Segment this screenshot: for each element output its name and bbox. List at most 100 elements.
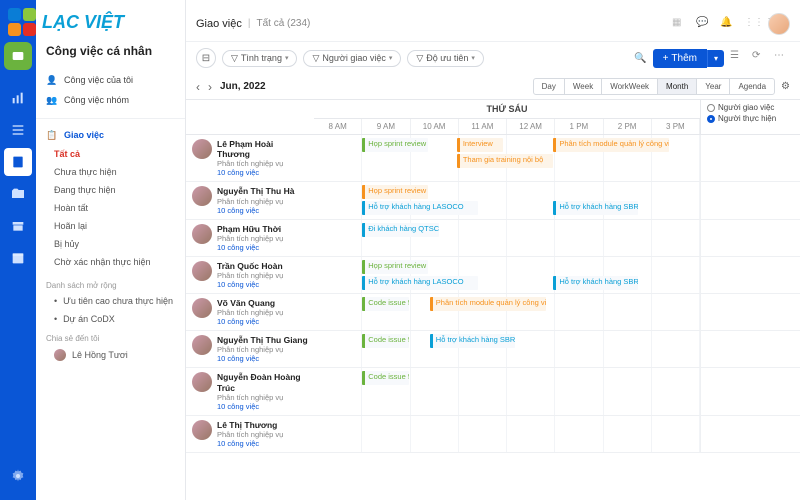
person-info[interactable]: Lê Phạm Hoài ThươngPhân tích nghiệp vụ10… [186, 135, 314, 181]
chat-icon[interactable]: 💬 [696, 17, 710, 31]
add-button-dropdown[interactable]: ▾ [707, 50, 724, 67]
task-bar[interactable]: Phân tích module quản lý công việc [553, 138, 669, 152]
sidebar-item-label: Ưu tiên cao chưa thực hiện [63, 296, 173, 306]
legend-executor[interactable]: Người thực hiện [707, 114, 794, 123]
person-info[interactable]: Nguyễn Thị Thu GiangPhân tích nghiệp vụ1… [186, 331, 314, 367]
person-role: Phân tích nghiệp vụ [217, 393, 308, 402]
logo-text: LẠC VIỆT [42, 12, 124, 33]
timeline: Họp sprint review tasks Hỗ trợ khách hàng… [314, 257, 700, 293]
chart-icon[interactable] [4, 84, 32, 112]
filter-priority[interactable]: ▽Độ ưu tiên▾ [407, 50, 483, 67]
list-view-icon[interactable]: ☰ [730, 50, 746, 66]
legend-label: Người thực hiện [718, 114, 776, 123]
person-role: Phân tích nghiệp vụ [217, 430, 283, 439]
time-header: 10 AM [411, 119, 459, 134]
legend: Người giao việc Người thực hiện [700, 100, 800, 134]
apps-icon[interactable]: ⋮⋮⋮ [744, 17, 758, 31]
sidebar-item-shared-user[interactable]: Lê Hồng Tươi [36, 345, 185, 365]
time-header: 2 PM [604, 119, 652, 134]
tasks-icon[interactable] [4, 148, 32, 176]
calendar-tab-year[interactable]: Year [697, 79, 730, 94]
calendar-tab-month[interactable]: Month [658, 79, 697, 94]
bell-icon[interactable]: 🔔 [720, 17, 734, 31]
calendar-icon[interactable] [4, 244, 32, 272]
person-info[interactable]: Nguyễn Đoàn Hoàng TrúcPhân tích nghiệp v… [186, 368, 314, 414]
sidebar-item-codx[interactable]: • Dự án CoDX [36, 310, 185, 328]
sidebar-status-item[interactable]: Hoàn tất [36, 199, 185, 217]
save-view-icon[interactable]: ⊟ [196, 48, 216, 68]
time-header: 1 PM [555, 119, 603, 134]
task-bar[interactable]: Code issue 57 [362, 297, 408, 311]
more-icon[interactable]: ⋯ [774, 50, 790, 66]
person-info[interactable]: Lê Thị ThươngPhân tích nghiệp vụ10 công … [186, 416, 314, 452]
task-bar[interactable]: Hỗ trợ khách hàng LASOCO [362, 201, 478, 215]
task-bar[interactable]: Hỗ trợ khách hàng SBR [553, 201, 638, 215]
calendar-tab-agenda[interactable]: Agenda [730, 79, 774, 94]
person-role: Phân tích nghiệp vụ [217, 234, 283, 243]
task-bar[interactable]: Phân tích module quản lý công việc [430, 297, 546, 311]
time-header: 3 PM [652, 119, 700, 134]
list-icon[interactable] [4, 116, 32, 144]
person-role: Phân tích nghiệp vụ [217, 271, 283, 280]
person-role: Phân tích nghiệp vụ [217, 159, 308, 168]
sidebar-item-mytasks[interactable]: 👤Công việc của tôi [36, 70, 185, 90]
filter-status[interactable]: ▽Tình trạng▾ [222, 50, 297, 67]
sidebar-status-item[interactable]: Đang thực hiện [36, 181, 185, 199]
legend-assigner[interactable]: Người giao việc [707, 103, 794, 112]
task-bar[interactable]: Hỗ trợ khách hàng SBR [430, 334, 515, 348]
filter-assigner[interactable]: ▽Người giao việc▾ [303, 50, 401, 67]
add-button[interactable]: +Thêm [653, 49, 707, 68]
app-switcher-icon[interactable] [4, 42, 32, 70]
avatar [192, 139, 212, 159]
task-bar[interactable]: Tham gia training nội bộ [457, 154, 554, 168]
sidebar-status-item[interactable]: Chưa thực hiện [36, 163, 185, 181]
person-info[interactable]: Võ Văn QuangPhân tích nghiệp vụ10 công v… [186, 294, 314, 330]
filter-label: Người giao việc [322, 53, 385, 63]
sidebar-item-team[interactable]: 👥Công việc nhóm [36, 90, 185, 110]
archive-icon[interactable] [4, 212, 32, 240]
task-bar[interactable]: Họp sprint review tasks [362, 138, 428, 152]
person-role: Phân tích nghiệp vụ [217, 197, 294, 206]
person-info[interactable]: Trần Quốc HoànPhân tích nghiệp vụ10 công… [186, 257, 314, 293]
day-header: THỨ SÁU [314, 100, 700, 119]
person-info[interactable]: Phạm Hữu ThờiPhân tích nghiệp vụ10 công … [186, 220, 314, 256]
topbar: Giao việc | Tất cả (234) ▦ 💬 🔔 ⋮⋮⋮ [186, 6, 800, 42]
person-task-count: 10 công việc [217, 206, 294, 215]
next-arrow[interactable]: › [208, 80, 212, 94]
settings-icon[interactable] [4, 462, 32, 490]
sidebar-item-label: Giao việc [64, 130, 104, 140]
sidebar-section-assigned[interactable]: 📋 Giao việc [36, 125, 185, 145]
grid-icon[interactable]: ▦ [672, 17, 686, 31]
sidebar-item-priority[interactable]: • Ưu tiên cao chưa thực hiện [36, 292, 185, 310]
person-role: Phân tích nghiệp vụ [217, 345, 308, 354]
task-bar[interactable]: Họp sprint review tasks [362, 260, 428, 274]
sidebar-status-item[interactable]: Tất cả [36, 145, 185, 163]
avatar [192, 186, 212, 206]
search-icon[interactable]: 🔍 [634, 53, 646, 64]
person-info[interactable]: Nguyễn Thị Thu HàPhân tích nghiệp vụ10 c… [186, 182, 314, 218]
task-bar[interactable]: Interview [457, 138, 503, 152]
logo: LẠC VIỆT [8, 8, 124, 36]
calendar-settings-icon[interactable]: ⚙ [781, 81, 790, 92]
sidebar-status-item[interactable]: Chờ xác nhận thực hiện [36, 253, 185, 271]
calendar-tab-day[interactable]: Day [534, 79, 565, 94]
task-bar[interactable]: Họp sprint review tasks [362, 185, 428, 199]
task-bar[interactable]: Hỗ trợ khách hàng LASOCO [362, 276, 478, 290]
task-bar[interactable]: Code issue 57 [362, 334, 408, 348]
task-bar[interactable]: Hỗ trợ khách hàng SBR [553, 276, 638, 290]
task-bar[interactable]: Code issue 57 [362, 371, 408, 385]
sidebar-status-item[interactable]: Hoãn lại [36, 217, 185, 235]
sidebar-status-item[interactable]: Bị hủy [36, 235, 185, 253]
calendar-tab-workweek[interactable]: WorkWeek [602, 79, 658, 94]
assign-icon: 📋 [46, 129, 58, 141]
calendar-tab-week[interactable]: Week [565, 79, 602, 94]
user-avatar[interactable] [768, 13, 790, 35]
task-bar[interactable]: Đi khách hàng QTSC [362, 223, 439, 237]
person-task-count: 10 công việc [217, 243, 283, 252]
time-header: 11 AM [459, 119, 507, 134]
folder-icon[interactable] [4, 180, 32, 208]
refresh-icon[interactable]: ⟳ [752, 50, 768, 66]
prev-arrow[interactable]: ‹ [196, 80, 200, 94]
filter-label: Độ ưu tiên [426, 53, 468, 63]
sidebar-item-label: Công việc nhóm [64, 95, 129, 105]
